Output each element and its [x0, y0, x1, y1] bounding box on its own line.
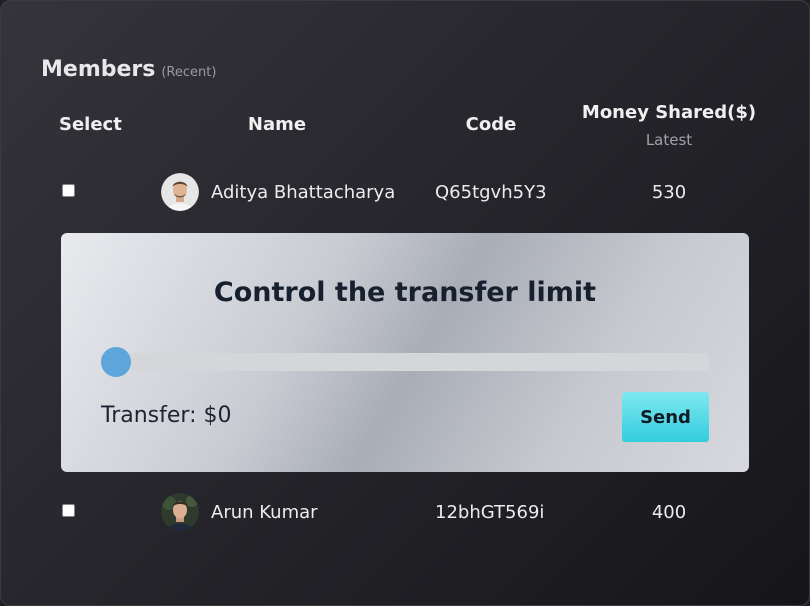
member-checkbox[interactable]	[62, 504, 75, 517]
member-code: Q65tgvh5Y3	[435, 182, 547, 203]
column-header-name: Name	[247, 114, 307, 135]
members-header: Members (Recent)	[41, 57, 216, 82]
send-button-label: Send	[640, 406, 691, 428]
member-name: Aditya Bhattacharya	[211, 182, 396, 203]
avatar	[161, 173, 199, 211]
member-amount: 530	[651, 182, 687, 203]
transfer-panel-title: Control the transfer limit	[213, 277, 597, 308]
members-card: Members (Recent) Select Name Code Money …	[0, 0, 810, 606]
transfer-amount-label: Transfer: $0	[101, 403, 232, 428]
member-name: Arun Kumar	[211, 502, 318, 523]
avatar	[161, 493, 199, 531]
column-header-money: Money Shared($)	[581, 102, 757, 123]
transfer-limit-slider[interactable]	[101, 347, 709, 377]
slider-thumb[interactable]	[101, 347, 131, 377]
column-subheader-latest: Latest	[645, 131, 693, 149]
member-amount: 400	[651, 502, 687, 523]
send-button[interactable]: Send	[622, 392, 709, 442]
column-header-select: Select	[59, 114, 122, 135]
member-code: 12bhGT569i	[435, 502, 545, 523]
avatar-image	[161, 173, 199, 211]
member-checkbox[interactable]	[62, 184, 75, 197]
column-header-code: Code	[465, 114, 517, 135]
avatar-image	[161, 493, 199, 531]
page-subtitle: (Recent)	[161, 65, 217, 80]
transfer-limit-panel: Control the transfer limit Transfer: $0 …	[61, 233, 749, 472]
page-title: Members	[41, 57, 156, 82]
